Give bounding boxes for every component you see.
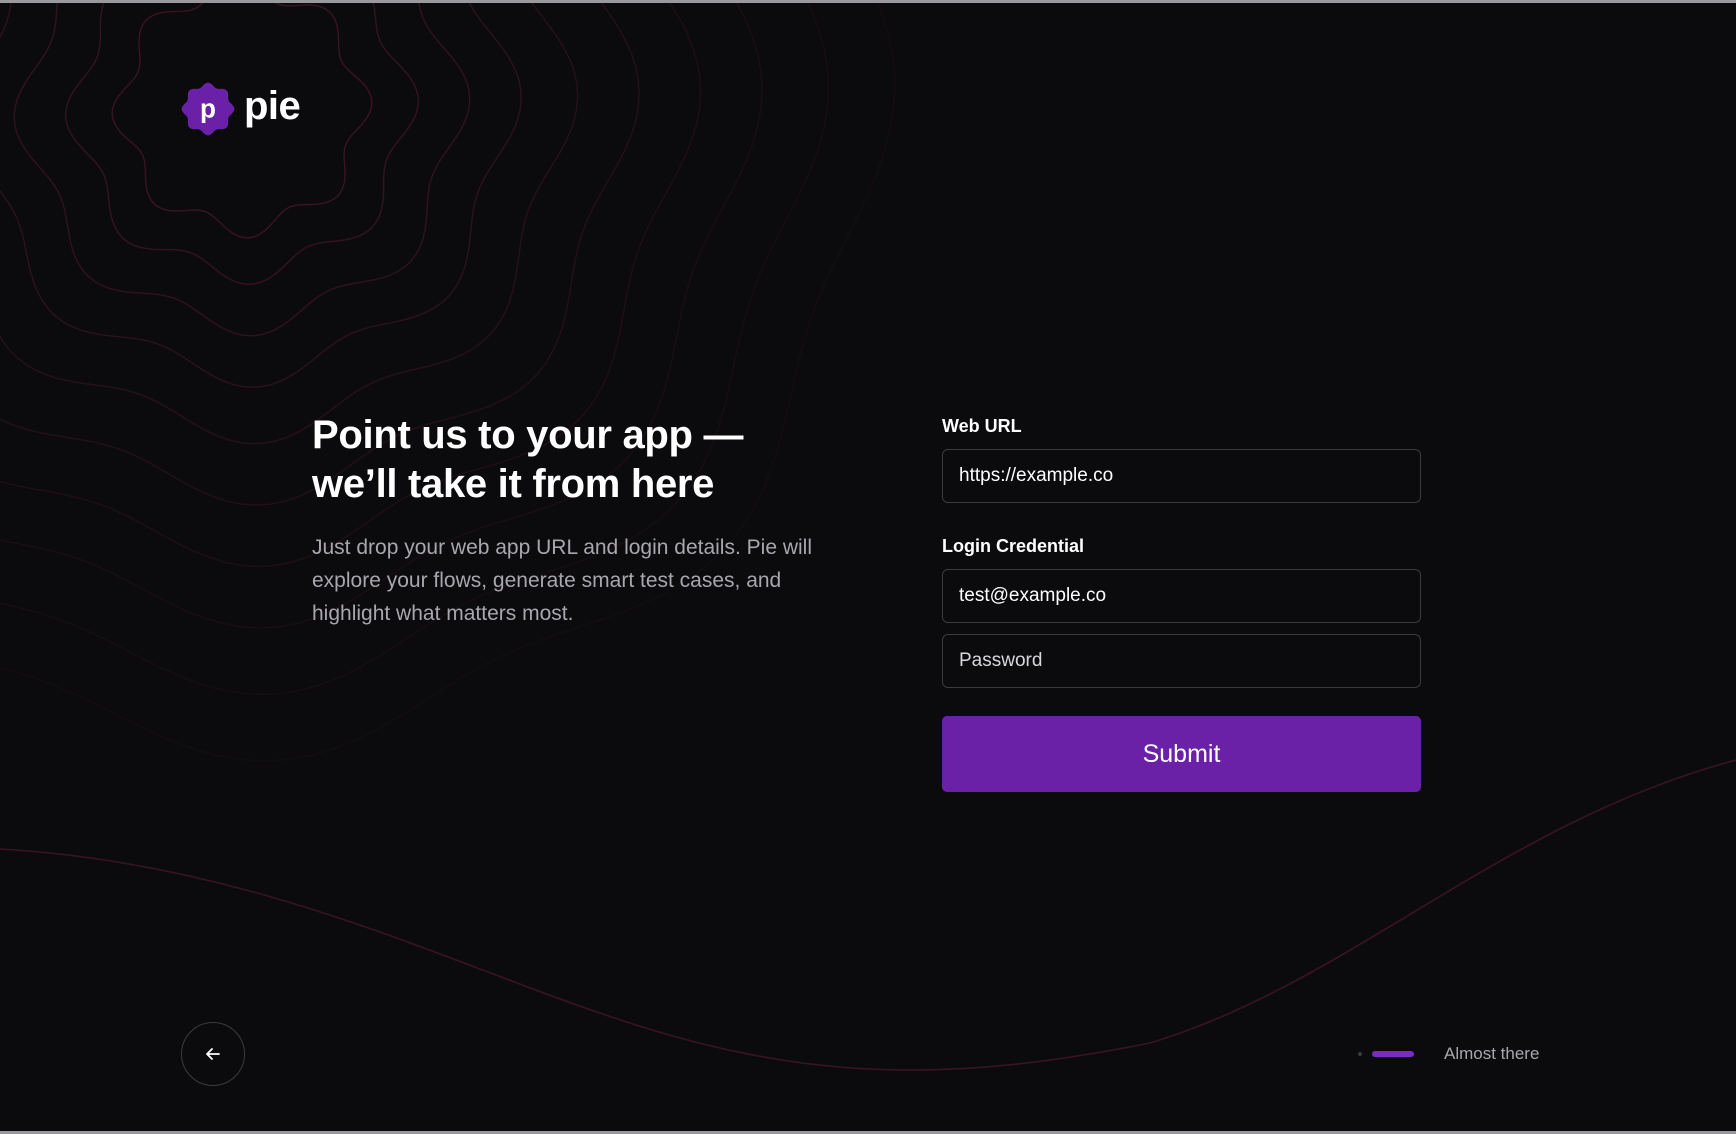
progress-bar-fill [1372,1051,1414,1057]
background-decoration [0,3,1736,1071]
page-title: Point us to your app — we’ll take it fro… [312,411,852,509]
progress-step-dot [1358,1052,1362,1056]
progress-indicator: Almost there [1358,1044,1539,1064]
hero-section: Point us to your app — we’ll take it fro… [312,411,852,630]
login-credential-label: Login Credential [942,536,1085,556]
password-field[interactable] [942,634,1421,688]
logo-letter: p [200,93,216,123]
background-wave-line [0,759,1736,1071]
background-ring [0,3,522,388]
page-description: Just drop your web app URL and login det… [312,536,812,625]
submit-button[interactable]: Submit [942,716,1421,792]
progress-track [1358,1051,1414,1057]
brand-name: pie [244,84,301,128]
web-url-input[interactable] [942,449,1421,503]
back-button[interactable] [181,1022,245,1086]
progress-label: Almost there [1444,1044,1540,1063]
pie-logo-icon: p [181,82,235,136]
page-title-line-1: Point us to your app — [312,413,744,457]
web-url-label: Web URL [942,416,1022,436]
page-title-line-2: we’ll take it from here [312,462,715,506]
onboarding-page: p pie Point us to your app — we’ll take … [0,0,1736,1134]
app-setup-form: Web URL Login Credential Submit [942,415,1421,792]
brand-logo[interactable]: p pie [180,81,301,137]
arrow-left-icon [206,1048,220,1060]
background-ring [64,3,420,286]
email-field[interactable] [942,569,1421,623]
background-ring [13,3,471,337]
background-ring [0,3,579,445]
background-ring [0,3,896,762]
